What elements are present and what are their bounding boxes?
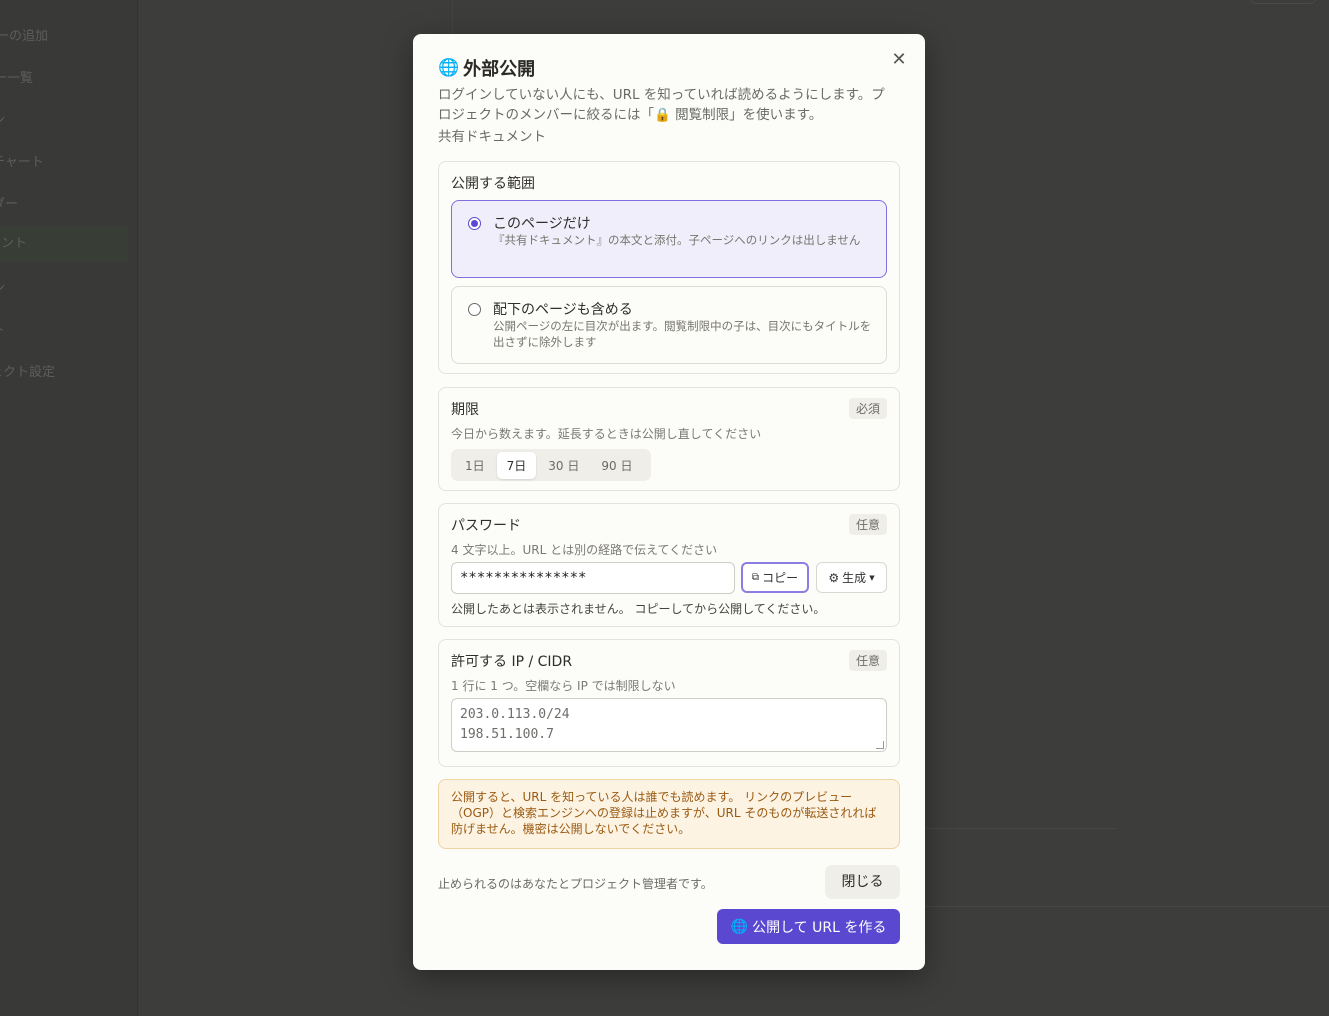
generate-button-label: 生成: [842, 571, 867, 585]
option-label: このページだけ: [493, 216, 591, 232]
resize-handle-icon[interactable]: [876, 741, 884, 749]
expiry-title: 期限: [451, 402, 479, 418]
expiry-segmented-control: 1日 7日 30 日 90 日: [451, 449, 651, 481]
bg-sidebar-item: ー一覧: [0, 71, 34, 86]
dialog-title: 🌐 外部公開: [438, 55, 535, 81]
expiry-hint: 今日から数えます。延長するときは公開し直してください: [451, 427, 762, 441]
external-publish-dialog: ✕ 🌐 外部公開 ログインしていない人にも、URL を知っていれば読めるようにし…: [413, 34, 925, 970]
copy-button-label: コピー: [762, 571, 799, 585]
globe-icon: 🌐: [438, 58, 460, 78]
globe-icon: 🌐: [730, 918, 749, 935]
option-label: 配下のページも含める: [493, 302, 633, 318]
password-note: 公開したあとは表示されません。 コピーしてから公開してください。: [451, 602, 826, 616]
dialog-title-text: 外部公開: [463, 59, 536, 80]
bg-sidebar-item: ン: [0, 277, 5, 296]
footer-note: 止められるのはあなたとプロジェクト管理者です。: [438, 877, 713, 891]
scope-section: 公開する範囲 このページだけ 『共有ドキュメント』の本文と添付。子ページへのリン…: [438, 161, 900, 374]
bg-sidebar-item: ト: [0, 319, 5, 338]
background-sidebar: ーの追加 ー一覧 ン チャート ダー メント ン ト ェクト設定: [0, 0, 138, 1016]
ip-placeholder-line: 198.51.100.7: [460, 727, 554, 742]
generate-button[interactable]: ⚙ 生成 ▼: [816, 562, 887, 593]
bg-sidebar-item: チャート: [0, 155, 44, 170]
background-button: [1250, 0, 1316, 4]
scope-option-this-page[interactable]: このページだけ 『共有ドキュメント』の本文と添付。子ページへのリンクは出しません: [451, 200, 887, 278]
ip-title: 許可する IP / CIDR: [451, 654, 573, 670]
ip-placeholder-line: 203.0.113.0/24: [460, 707, 570, 722]
optional-badge: 任意: [848, 514, 887, 535]
bg-sidebar-item: ェクト設定: [0, 365, 56, 380]
ip-section: 許可する IP / CIDR 任意 1 行に 1 つ。空欄なら IP では制限し…: [438, 639, 900, 767]
radio-button[interactable]: [468, 303, 481, 316]
scope-title: 公開する範囲: [451, 176, 535, 192]
bg-sidebar-item-active: メント: [0, 226, 128, 262]
password-section: パスワード 任意 4 文字以上。URL とは別の経路で伝えてください *****…: [438, 503, 900, 627]
dialog-description: ログインしていない人にも、URL を知っていれば読めるようにします。プ ロジェク…: [438, 85, 903, 125]
dialog-description-line: ログインしていない人にも、URL を知っていれば読めるようにします。プ: [438, 87, 885, 103]
publish-button[interactable]: 🌐 公開して URL を作る: [717, 909, 900, 944]
expiry-option-90d[interactable]: 90 日: [591, 452, 642, 479]
optional-badge: 任意: [848, 650, 887, 671]
document-name: 共有ドキュメント: [438, 129, 546, 145]
background-divider: [900, 828, 1116, 829]
option-description: 公開ページの左に目次が出ます。閲覧制限中の子は、目次にもタイトルを出さずに除外し…: [493, 319, 872, 349]
dialog-description-line: ロジェクトのメンバーに絞るには「🔒 閲覧制限」を使います。: [438, 107, 823, 123]
expiry-option-30d[interactable]: 30 日: [538, 452, 589, 479]
password-input[interactable]: ***************: [451, 562, 735, 594]
copy-button[interactable]: ⧉ コピー: [741, 562, 809, 593]
publish-button-label: 公開して URL を作る: [752, 919, 887, 936]
copy-icon: ⧉: [751, 572, 760, 583]
bg-sidebar-item: ダー: [0, 197, 19, 212]
option-description: 『共有ドキュメント』の本文と添付。子ページへのリンクは出しません: [493, 233, 861, 247]
scope-option-include-children[interactable]: 配下のページも含める 公開ページの左に目次が出ます。閲覧制限中の子は、目次にもタ…: [451, 286, 887, 364]
expiry-section: 期限 必須 今日から数えます。延長するときは公開し直してください 1日 7日 3…: [438, 387, 900, 491]
gear-icon: ⚙: [828, 570, 840, 585]
warning-callout: 公開すると、URL を知っている人は誰でも読めます。 リンクのプレビュー（OGP…: [438, 779, 900, 849]
required-badge: 必須: [848, 398, 887, 419]
radio-button[interactable]: [468, 217, 481, 230]
ip-hint: 1 行に 1 つ。空欄なら IP では制限しない: [451, 679, 676, 693]
password-hint: 4 文字以上。URL とは別の経路で伝えてください: [451, 543, 718, 557]
bg-sidebar-item: ン: [0, 109, 5, 128]
close-button[interactable]: 閉じる: [825, 865, 900, 899]
password-title: パスワード: [451, 518, 521, 534]
expiry-option-1d[interactable]: 1日: [455, 452, 495, 479]
caret-down-icon: ▼: [869, 573, 875, 582]
ip-textarea[interactable]: 203.0.113.0/24 198.51.100.7: [451, 698, 887, 752]
background-divider: [900, 906, 1329, 907]
close-icon[interactable]: ✕: [889, 50, 909, 70]
bg-sidebar-item: ーの追加: [0, 29, 49, 44]
expiry-option-7d[interactable]: 7日: [496, 451, 537, 479]
